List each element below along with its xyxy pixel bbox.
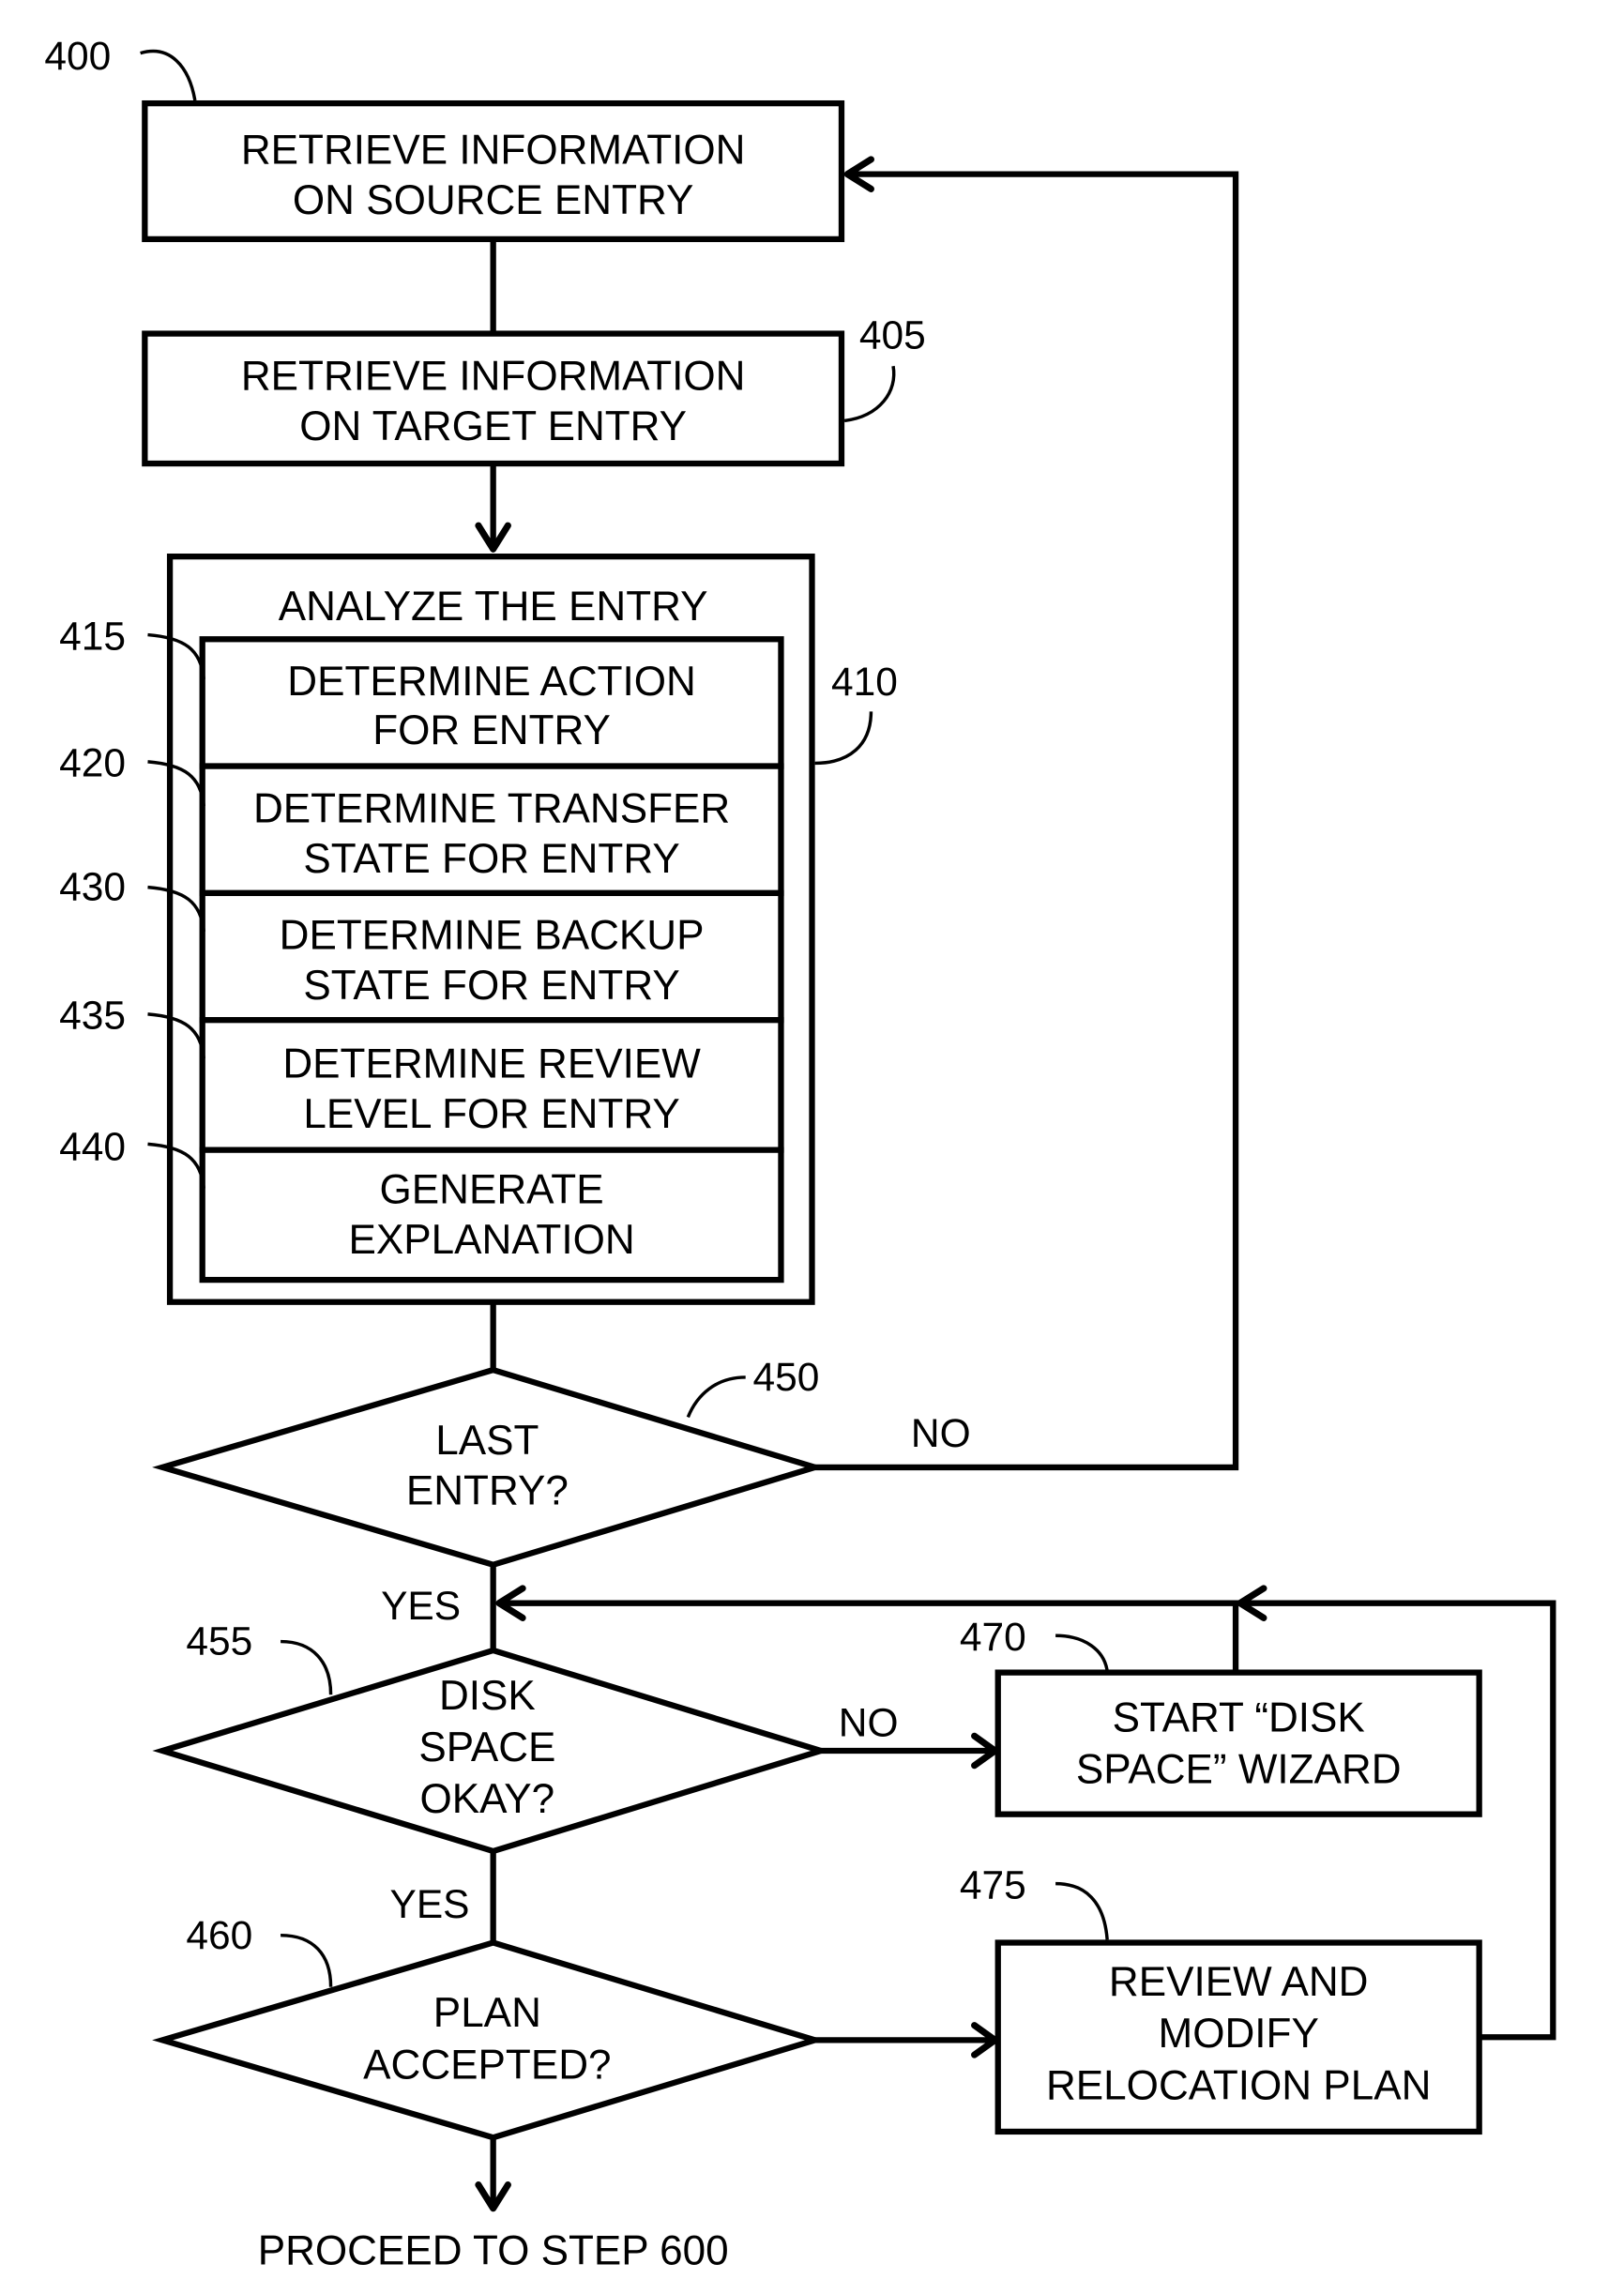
analyze-title: ANALYZE THE ENTRY [279, 584, 708, 630]
leader-400 [140, 49, 197, 101]
step-475-line2: MODIFY [1159, 2011, 1319, 2057]
leader-470 [1055, 1633, 1109, 1672]
decision-455-line2: SPACE [418, 1724, 555, 1770]
substep-415-line2: FOR ENTRY [372, 707, 611, 753]
substep-420-line1: DETERMINE TRANSFER [253, 785, 730, 831]
step-analyze-entry: ANALYZE THE ENTRY DETERMINE ACTION FOR E… [166, 554, 815, 1305]
ref-475: 475 [960, 1863, 1026, 1907]
ref-400: 400 [44, 35, 111, 79]
leader-455 [281, 1639, 333, 1695]
step-disk-space-wizard: START “DISK SPACE” WIZARD [994, 1669, 1482, 1817]
leader-475 [1055, 1881, 1109, 1940]
decision-460-line1: PLAN [433, 1990, 541, 2036]
ref-460: 460 [186, 1914, 252, 1958]
step-475-line1: REVIEW AND [1109, 1959, 1369, 2005]
decision-450-line2: ENTRY? [406, 1467, 569, 1513]
ref-405: 405 [859, 313, 926, 357]
leader-405 [843, 365, 896, 423]
decision-450-line1: LAST [435, 1418, 539, 1464]
ref-450: 450 [753, 1356, 820, 1400]
terminal-proceed: PROCEED TO STEP 600 [258, 2228, 729, 2274]
step-470-line1: START “DISK [1113, 1695, 1365, 1741]
leader-410 [814, 711, 873, 766]
label-yes-455: YES [390, 1883, 470, 1927]
substep-435-line1: DETERMINE REVIEW [282, 1041, 701, 1087]
label-no-450: NO [911, 1412, 971, 1456]
step-retrieve-target: RETRIEVE INFORMATION ON TARGET ENTRY [142, 330, 845, 467]
ref-440: 440 [59, 1126, 126, 1170]
substep-430-line1: DETERMINE BACKUP [280, 913, 705, 959]
ref-435: 435 [59, 995, 126, 1039]
step-475-line3: RELOCATION PLAN [1046, 2062, 1431, 2108]
step-470-line2: SPACE” WIZARD [1076, 1747, 1402, 1793]
substep-435-line2: LEVEL FOR ENTRY [303, 1091, 679, 1137]
ref-410: 410 [831, 661, 898, 705]
ref-430: 430 [59, 866, 126, 910]
substep-415-line1: DETERMINE ACTION [287, 659, 696, 705]
step-400-line1: RETRIEVE INFORMATION [241, 128, 746, 174]
flowchart-diagram: 400 RETRIEVE INFORMATION ON SOURCE ENTRY… [44, 35, 1556, 2274]
leader-450 [686, 1375, 746, 1419]
decision-455-line3: OKAY? [420, 1776, 555, 1822]
decision-last-entry: LAST ENTRY? [152, 1366, 826, 1569]
return-from-470 [498, 1600, 1239, 1672]
substep-440-line1: GENERATE [380, 1166, 604, 1212]
loop-back-no-450 [814, 171, 1239, 1471]
decision-disk-space: DISK SPACE OKAY? [152, 1647, 831, 1855]
substep-420-line2: STATE FOR ENTRY [303, 836, 679, 882]
ref-420: 420 [59, 742, 126, 786]
substep-430-line2: STATE FOR ENTRY [303, 963, 679, 1009]
decision-455-line1: DISK [439, 1673, 536, 1719]
step-review-modify-plan: REVIEW AND MODIFY RELOCATION PLAN [994, 1939, 1482, 2135]
label-yes-450: YES [381, 1585, 461, 1629]
step-405-line1: RETRIEVE INFORMATION [241, 353, 746, 399]
label-no-455: NO [839, 1701, 899, 1745]
ref-470: 470 [960, 1616, 1026, 1660]
decision-plan-accepted: PLAN ACCEPTED? [152, 1939, 826, 2141]
decision-460-line2: ACCEPTED? [363, 2042, 611, 2088]
ref-415: 415 [59, 615, 126, 659]
leader-460 [281, 1933, 333, 1987]
ref-455: 455 [186, 1620, 252, 1664]
step-400-line2: ON SOURCE ENTRY [293, 177, 693, 223]
substep-440-line2: EXPLANATION [349, 1217, 635, 1263]
step-retrieve-source: RETRIEVE INFORMATION ON SOURCE ENTRY [142, 99, 845, 243]
step-405-line2: ON TARGET ENTRY [299, 403, 687, 449]
